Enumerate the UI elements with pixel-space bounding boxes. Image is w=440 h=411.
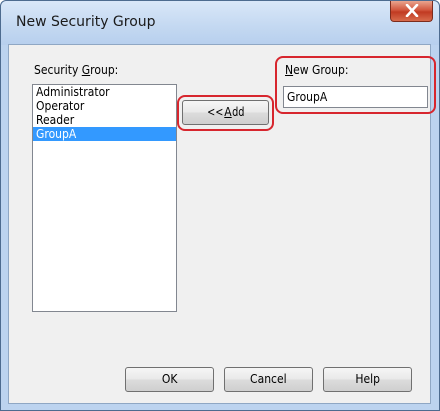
help-button[interactable]: Help [323, 367, 412, 392]
new-group-label: New Group: [285, 63, 349, 77]
security-group-listbox[interactable]: Administrator Operator Reader GroupA [32, 84, 177, 312]
close-icon [405, 4, 419, 17]
close-button[interactable] [390, 1, 433, 22]
title-bar[interactable]: New Security Group [1, 1, 439, 45]
new-group-input[interactable]: GroupA [283, 86, 428, 108]
cancel-button[interactable]: Cancel [224, 367, 313, 392]
list-item[interactable]: Reader [33, 113, 176, 127]
list-item[interactable]: Administrator [33, 85, 176, 99]
ok-button[interactable]: OK [125, 367, 214, 392]
window-title: New Security Group [16, 14, 156, 30]
list-item-selected[interactable]: GroupA [33, 127, 176, 141]
add-button[interactable]: << Add [182, 100, 269, 125]
security-group-label: Security Group: [34, 63, 119, 77]
list-item[interactable]: Operator [33, 99, 176, 113]
